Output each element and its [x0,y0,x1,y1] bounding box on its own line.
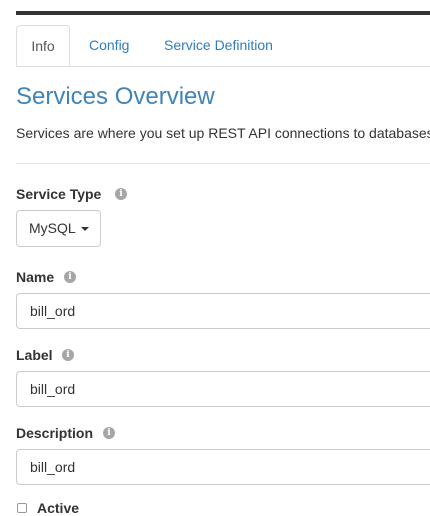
description-input[interactable] [16,449,430,485]
info-circle-icon[interactable]: i [103,427,115,439]
service-type-dropdown[interactable]: MySQL [16,210,101,247]
tab-bar: Info Config Service Definition [16,25,430,67]
service-type-value: MySQL [29,220,76,236]
divider [16,163,430,164]
tab-config[interactable]: Config [89,25,129,66]
description-label: Description [16,425,94,441]
name-label: Name [16,269,55,285]
page-title: Services Overview [16,83,215,110]
label-input[interactable] [16,371,430,407]
label-label: Label [16,347,53,363]
active-checkbox[interactable] [17,503,27,513]
caret-down-icon [81,227,89,231]
info-circle-icon[interactable]: i [64,271,76,283]
top-bar [16,11,430,15]
active-label: Active [37,500,80,516]
service-type-label: Service Type [16,186,102,202]
info-circle-icon[interactable]: i [62,349,74,361]
name-input[interactable] [16,293,430,329]
info-circle-icon[interactable]: i [115,188,127,200]
tab-info[interactable]: Info [16,25,70,66]
page-description: Services are where you set up REST API c… [16,125,430,141]
tab-service-definition[interactable]: Service Definition [164,25,273,66]
